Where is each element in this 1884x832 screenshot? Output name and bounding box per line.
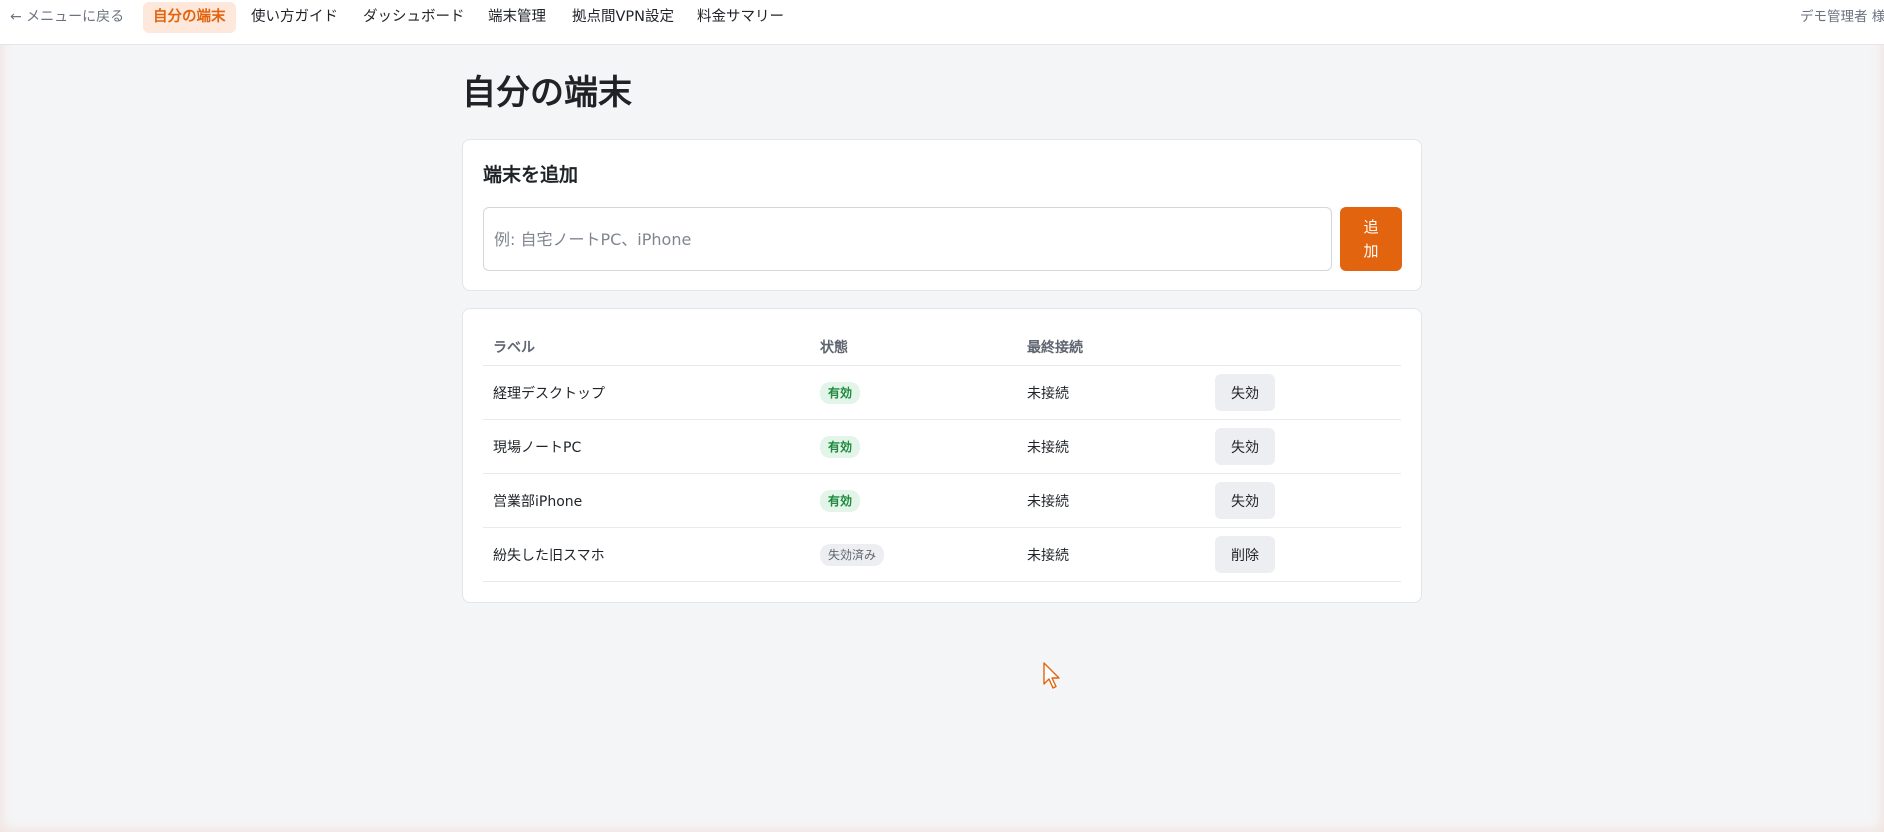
status-badge: 有効: [820, 381, 861, 404]
add-device-button[interactable]: 追加: [1340, 207, 1402, 271]
revoke-button[interactable]: 失効: [1215, 374, 1275, 411]
device-label: 現場ノートPC: [483, 419, 810, 474]
last-connection: 未接続: [1017, 419, 1205, 474]
revoke-button[interactable]: 失効: [1215, 428, 1275, 465]
device-table: ラベル 状態 最終接続 経理デスクトップ 有効 未接続 失効 現場ノートPC 有…: [483, 329, 1401, 582]
column-header-label: ラベル: [483, 329, 810, 366]
device-label: 紛失した旧スマホ: [483, 527, 810, 582]
last-connection: 未接続: [1017, 527, 1205, 582]
app-window: ← メニューに戻る 自分の端末 使い方ガイド ダッシュボード 端末管理 拠点間V…: [0, 0, 1884, 832]
nav-tab-my-devices[interactable]: 自分の端末: [143, 2, 236, 33]
device-label-input[interactable]: [483, 207, 1332, 271]
status-badge: 有効: [820, 489, 861, 512]
device-label: 経理デスクトップ: [483, 365, 810, 420]
nav-tab-usage-guide[interactable]: 使い方ガイド: [241, 2, 348, 33]
device-list-card: ラベル 状態 最終接続 経理デスクトップ 有効 未接続 失効 現場ノートPC 有…: [462, 308, 1422, 603]
add-device-card: 端末を追加 追加: [462, 139, 1422, 291]
add-device-heading: 端末を追加: [483, 164, 579, 186]
delete-button[interactable]: 削除: [1215, 536, 1275, 573]
column-header-actions: [1205, 329, 1401, 366]
status-badge: 有効: [820, 435, 861, 458]
page-title: 自分の端末: [462, 73, 632, 113]
revoke-button[interactable]: 失効: [1215, 482, 1275, 519]
table-row: 営業部iPhone 有効 未接続 失効: [483, 473, 1401, 528]
last-connection: 未接続: [1017, 473, 1205, 528]
column-header-last-connection: 最終接続: [1017, 329, 1205, 366]
column-header-status: 状態: [810, 329, 1017, 366]
table-row: 現場ノートPC 有効 未接続 失効: [483, 419, 1401, 474]
back-to-menu-link[interactable]: ← メニューに戻る: [10, 7, 124, 27]
nav-tab-billing-summary[interactable]: 料金サマリー: [687, 2, 794, 33]
nav-tab-site-vpn-settings[interactable]: 拠点間VPN設定: [562, 2, 684, 33]
table-header-row: ラベル 状態 最終接続: [483, 329, 1401, 366]
current-user-label: デモ管理者 様: [1800, 9, 1884, 25]
top-navigation: ← メニューに戻る 自分の端末 使い方ガイド ダッシュボード 端末管理 拠点間V…: [0, 0, 1884, 45]
device-label: 営業部iPhone: [483, 473, 810, 528]
nav-tab-dashboard[interactable]: ダッシュボード: [353, 2, 475, 33]
mouse-pointer-icon: [1043, 662, 1060, 689]
last-connection: 未接続: [1017, 365, 1205, 420]
table-row: 紛失した旧スマホ 失効済み 未接続 削除: [483, 527, 1401, 582]
table-row: 経理デスクトップ 有効 未接続 失効: [483, 365, 1401, 420]
status-badge: 失効済み: [820, 543, 885, 566]
nav-tab-device-management[interactable]: 端末管理: [478, 2, 556, 33]
